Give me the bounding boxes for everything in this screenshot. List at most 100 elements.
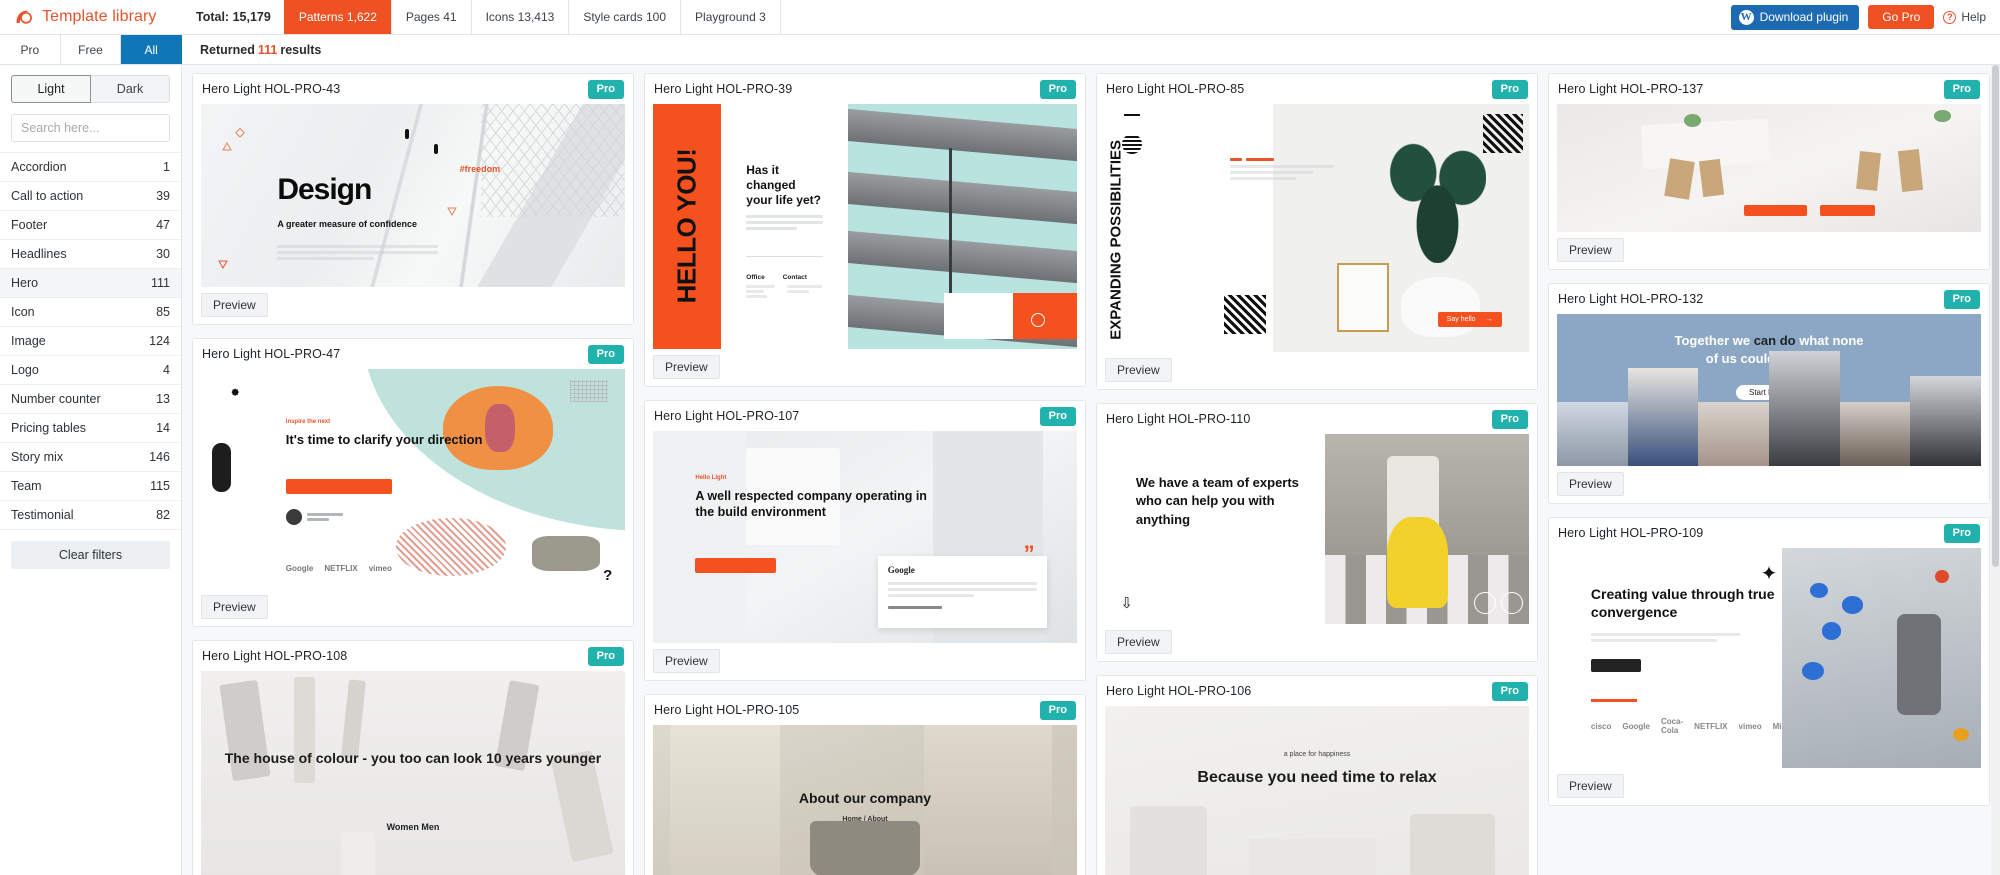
template-card[interactable]: Hero Light HOL-PRO-110 Pro We have a tea… [1096,402,1538,662]
sidebar-item-footer[interactable]: Footer 47 [0,211,181,240]
filter-free[interactable]: Free [60,35,122,64]
card-title: Hero Light HOL-PRO-132 [1558,292,1704,307]
card-thumbnail[interactable]: Hello Light A well respected company ope… [653,430,1077,643]
status-badge: Pro [587,80,624,99]
category-count: 85 [156,305,170,319]
sidebar-item-story-mix[interactable]: Story mix 146 [0,443,181,472]
sidebar-item-icon[interactable]: Icon 85 [0,298,181,327]
nav-tab-icons[interactable]: Icons 13,413 [470,0,570,34]
card-footer: Preview [1549,767,1989,805]
preview-button[interactable]: Preview [201,594,268,619]
logo-netflix: NETFLIX [1694,721,1728,731]
card-thumbnail[interactable]: Together we can do what none of us could… [1557,313,1981,466]
thumb-headline: About our company [798,790,932,807]
sidebar-item-logo[interactable]: Logo 4 [0,356,181,385]
thumb-frame [1336,262,1389,333]
go-pro-button[interactable]: Go Pro [1868,5,1935,29]
template-card[interactable]: Hero Light HOL-PRO-107 Pro Hello Light A… [644,399,1086,681]
card-thumbnail[interactable]: Inspire the next It's time to clarify yo… [201,368,625,589]
sidebar-item-image[interactable]: Image 124 [0,327,181,356]
scrollbar[interactable] [1991,65,2000,875]
thumb-headline: It's time to clarify your direction [285,432,483,448]
clear-filters-button[interactable]: Clear filters [11,541,170,569]
card-thumbnail[interactable]: #freedom Design A greater measure of con… [201,103,625,287]
template-card[interactable]: Hero Light HOL-PRO-108 Pro The house of … [192,639,634,875]
thumb-cta-button [1590,659,1641,673]
preview-button[interactable]: Preview [1557,471,1624,496]
help-link[interactable]: ? Help [1943,10,1986,24]
template-card[interactable]: Hero Light HOL-PRO-39 Pro HELLO YOU! Has… [644,73,1086,387]
card-thumbnail[interactable]: About our company Home / About [653,724,1077,875]
card-thumbnail[interactable] [1557,103,1981,232]
sidebar-item-number-counter[interactable]: Number counter 13 [0,385,181,414]
sidebar: Light Dark Accordion 1 Call to action 39… [0,65,182,875]
thumb-people-strip [1557,350,1981,466]
status-badge: Pro [1491,80,1528,99]
category-count: 1 [163,160,170,174]
template-card[interactable]: Hero Light HOL-PRO-105 Pro About our com… [644,693,1086,875]
thumb-cta-button [285,478,392,495]
thumb-object [340,831,375,875]
top-toolbar: Template library Total: 15,179 Patterns … [0,0,2000,35]
logo-cisco: cisco [1590,721,1612,731]
sidebar-item-accordion[interactable]: Accordion 1 [0,153,181,182]
preview-button[interactable]: Preview [653,354,720,379]
theme-light-button[interactable]: Light [11,75,91,103]
thumb-object [341,679,367,759]
sidebar-item-team[interactable]: Team 115 [0,472,181,501]
preview-button[interactable]: Preview [1557,773,1624,798]
nav-tab-style-cards[interactable]: Style cards 100 [568,0,682,34]
nav-tab-playground[interactable]: Playground 3 [680,0,781,34]
logo-google: Google [285,564,314,574]
sidebar-item-pricing-tables[interactable]: Pricing tables 14 [0,414,181,443]
card-thumbnail[interactable]: a place for happiness Because you need t… [1105,705,1529,875]
card-title: Hero Light HOL-PRO-106 [1106,684,1252,699]
card-thumbnail[interactable]: EXPANDING POSSIBILITIES Say hello → [1105,103,1529,352]
category-count: 30 [156,247,170,261]
card-footer: Preview [193,286,633,324]
thumb-photo [1325,433,1529,624]
card-thumbnail[interactable]: Creating value through true convergence … [1557,547,1981,768]
thumb-logos: Google NETFLIX vimeo [286,564,392,573]
template-card[interactable]: Hero Light HOL-PRO-132 Pro Together we c… [1548,282,1990,504]
nav-tab-pages[interactable]: Pages 41 [390,0,472,34]
category-label: Team [11,479,42,493]
logo-google: Google [1622,721,1650,731]
template-card[interactable]: Hero Light HOL-PRO-85 Pro EXPANDING POSS… [1096,73,1538,390]
top-actions: W Download plugin Go Pro ? Help [1730,0,2000,34]
filter-pro[interactable]: Pro [0,35,61,64]
filter-all[interactable]: All [121,35,183,64]
template-card[interactable]: Hero Light HOL-PRO-106 Pro a place for h… [1096,674,1538,875]
preview-button[interactable]: Preview [653,648,720,673]
card-thumbnail[interactable]: The house of colour - you too can look 1… [201,670,625,875]
category-count: 115 [150,479,170,493]
logo-netflix: NETFLIX [324,564,358,574]
arrow-down-icon: ⇩ [1120,595,1133,613]
filter-toolbar: Pro Free All Returned 111 results [0,35,2000,65]
preview-button[interactable]: Preview [1105,357,1172,382]
dot-grid-icon [569,379,609,402]
card-title: Hero Light HOL-PRO-39 [654,82,793,97]
search-input[interactable] [11,114,170,142]
category-count: 39 [156,189,170,203]
sidebar-item-headlines[interactable]: Headlines 30 [0,240,181,269]
nav-tab-patterns[interactable]: Patterns 1,622 [283,0,392,34]
sidebar-item-call-to-action[interactable]: Call to action 39 [0,182,181,211]
preview-button[interactable]: Preview [1557,237,1624,262]
sidebar-item-hero[interactable]: Hero 111 [0,269,181,298]
template-card[interactable]: Hero Light HOL-PRO-47 Pro Inspire the ne… [192,337,634,627]
scrollbar-thumb[interactable] [1992,65,1999,568]
theme-dark-button[interactable]: Dark [91,75,170,103]
preview-button[interactable]: Preview [201,292,268,317]
preview-button[interactable]: Preview [1105,629,1172,654]
sidebar-item-testimonial[interactable]: Testimonial 82 [0,501,181,530]
download-plugin-button[interactable]: W Download plugin [1730,4,1860,30]
template-card[interactable]: Hero Light HOL-PRO-109 Pro Creating valu… [1548,516,1990,806]
card-thumbnail[interactable]: HELLO YOU! Has it changed your life yet? [653,103,1077,349]
card-thumbnail[interactable]: We have a team of experts who can help y… [1105,433,1529,624]
thumb-photo [848,103,1077,349]
template-card[interactable]: Hero Light HOL-PRO-43 Pro #freedom Desig… [192,73,634,325]
star-icon: ✦ [1760,562,1778,585]
template-card[interactable]: Hero Light HOL-PRO-137 Pro Preview [1548,73,1990,270]
thumb-logos: cisco Google Coca-Cola NETFLIX vimeo Mic… [1590,717,1809,735]
